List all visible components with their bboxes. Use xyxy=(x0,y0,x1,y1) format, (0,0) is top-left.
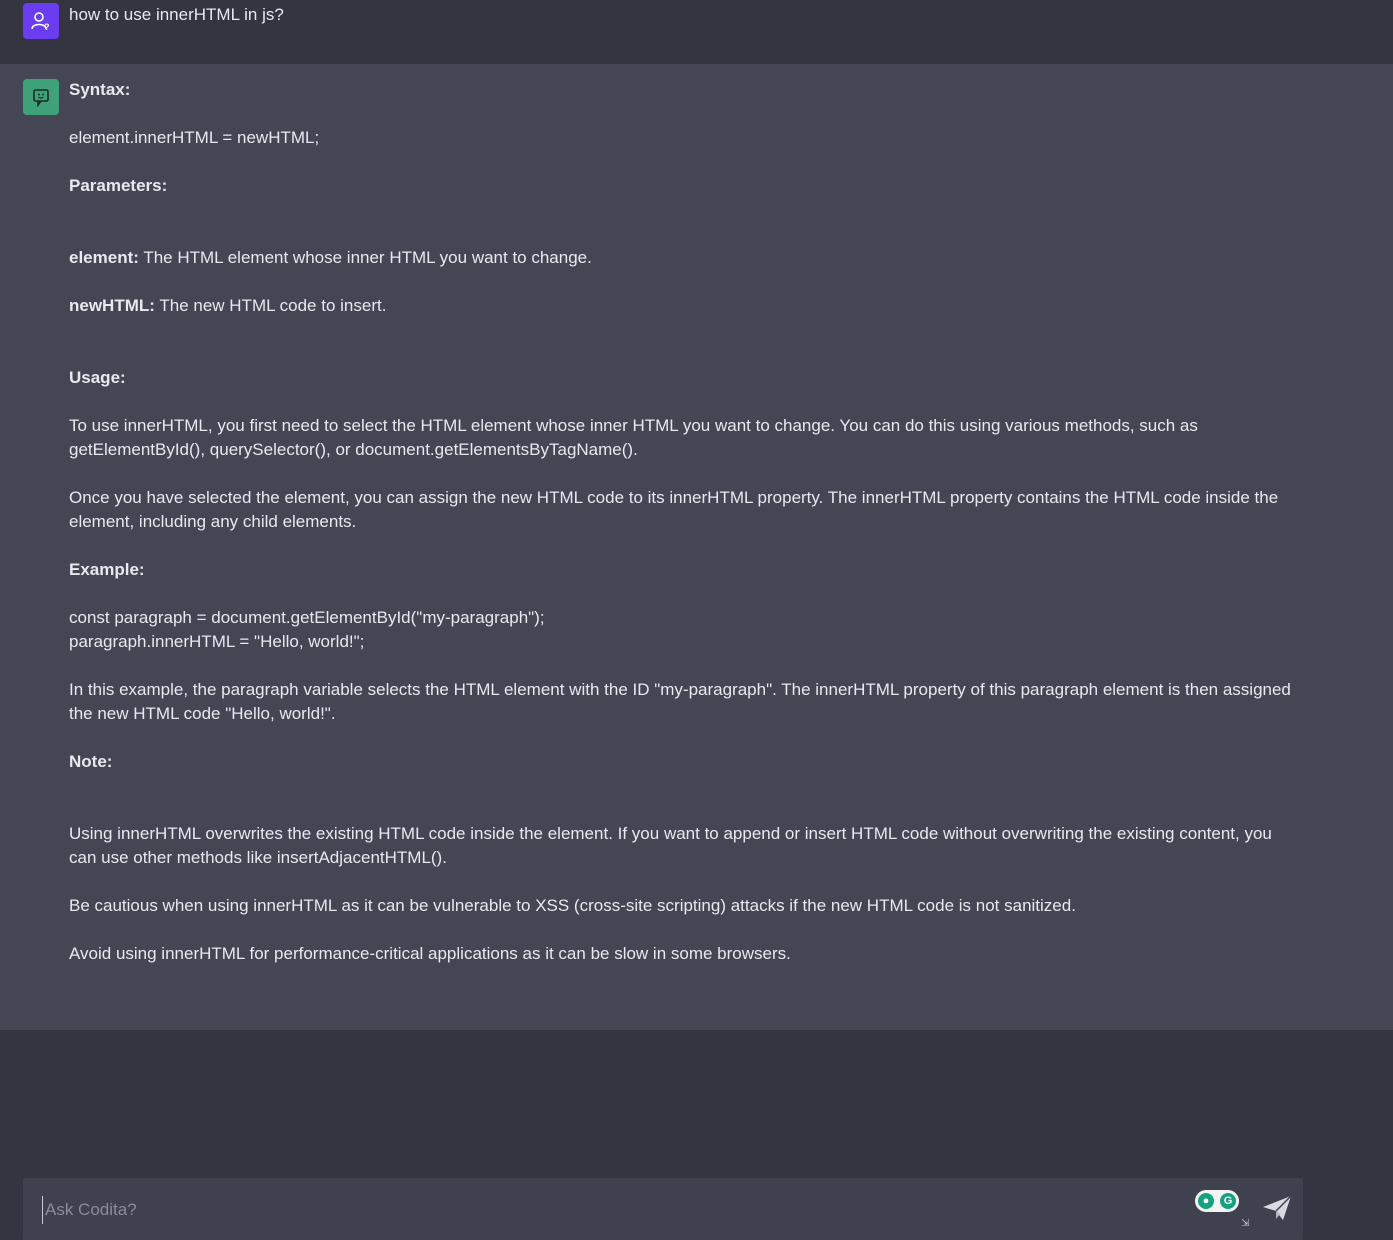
param-element-name: element: xyxy=(69,248,139,267)
param-element-desc: The HTML element whose inner HTML you wa… xyxy=(138,248,592,267)
param-newhtml-name: newHTML: xyxy=(69,296,155,315)
composer-area: ● G ⇲ xyxy=(0,1030,1393,1240)
param-newhtml-desc: The new HTML code to insert. xyxy=(154,296,387,315)
note-heading: Note: xyxy=(69,752,113,771)
syntax-heading: Syntax: xyxy=(69,80,131,99)
usage-paragraph-1: To use innerHTML, you first need to sele… xyxy=(69,416,1198,459)
user-message-text: how to use innerHTML in js? xyxy=(69,5,284,24)
bot-avatar xyxy=(23,79,59,115)
user-message-row: ? how to use innerHTML in js? xyxy=(0,0,1393,64)
bot-message-row: Syntax: element.innerHTML = newHTML; Par… xyxy=(0,64,1393,1030)
param-newhtml: newHTML: The new HTML code to insert. xyxy=(69,294,1299,318)
example-explanation: In this example, the paragraph variable … xyxy=(69,680,1291,723)
chat-bot-icon xyxy=(33,89,49,107)
note-paragraph-1: Using innerHTML overwrites the existing … xyxy=(69,824,1272,867)
example-code-line-1: const paragraph = document.getElementByI… xyxy=(69,608,545,627)
syntax-code: element.innerHTML = newHTML; xyxy=(69,128,320,147)
grammar-suggestion-icon: ● xyxy=(1198,1193,1214,1209)
example-heading: Example: xyxy=(69,560,145,579)
grammarly-badge-icon[interactable]: ● G xyxy=(1195,1190,1239,1212)
paper-plane-icon xyxy=(1263,1195,1292,1220)
resize-handle-icon[interactable]: ⇲ xyxy=(1241,1219,1251,1229)
svg-text:?: ? xyxy=(44,22,50,32)
param-element: element: The HTML element whose inner HT… xyxy=(69,246,1299,270)
usage-paragraph-2: Once you have selected the element, you … xyxy=(69,488,1279,531)
usage-heading: Usage: xyxy=(69,368,126,387)
example-code-line-2: paragraph.innerHTML = "Hello, world!"; xyxy=(69,632,365,651)
user-avatar: ? xyxy=(23,3,59,39)
grammar-g-icon: G xyxy=(1220,1193,1236,1209)
note-paragraph-2: Be cautious when using innerHTML as it c… xyxy=(69,896,1076,915)
chat-input[interactable] xyxy=(42,1196,1147,1224)
send-button[interactable] xyxy=(1261,1194,1293,1222)
note-paragraph-3: Avoid using innerHTML for performance-cr… xyxy=(69,944,791,963)
chat-input-bar: ● G ⇲ xyxy=(23,1178,1303,1240)
user-question-icon: ? xyxy=(31,12,50,32)
parameters-heading: Parameters: xyxy=(69,176,168,195)
